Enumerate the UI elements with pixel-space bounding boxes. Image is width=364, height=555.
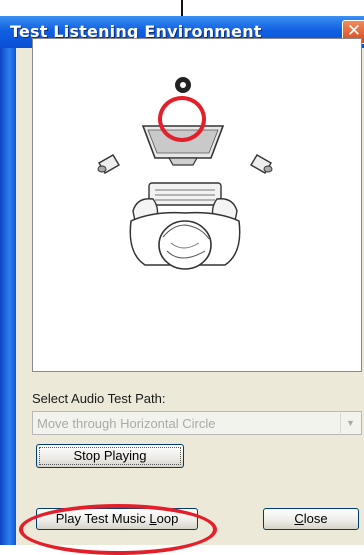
listener-icon [129, 198, 241, 270]
close-label-accelerator: C [294, 511, 304, 526]
audio-path-selected-value: Move through Horizontal Circle [37, 416, 216, 431]
listening-environment-diagram [32, 38, 362, 372]
keyboard-icon [148, 182, 222, 206]
diagram-svg [97, 77, 273, 270]
left-speaker-icon [97, 154, 120, 174]
highlight-circle-dot [158, 96, 206, 142]
audio-path-select[interactable]: Move through Horizontal Circle ▼ [32, 411, 362, 435]
speaker-dot-icon [175, 77, 191, 93]
window-frame-left [0, 48, 16, 545]
close-button[interactable]: Close [263, 508, 359, 530]
highlight-circle-play-button [19, 504, 217, 555]
chevron-down-icon[interactable]: ▼ [340, 413, 360, 433]
stop-playing-button[interactable]: Stop Playing [36, 444, 184, 468]
audio-path-label: Select Audio Test Path: [32, 391, 166, 406]
focus-rectangle [39, 447, 181, 465]
close-label-suffix: lose [303, 511, 328, 526]
dialog-window: Test Listening Environment ✕ Select Audi… [0, 16, 364, 555]
right-speaker-icon [250, 154, 273, 174]
